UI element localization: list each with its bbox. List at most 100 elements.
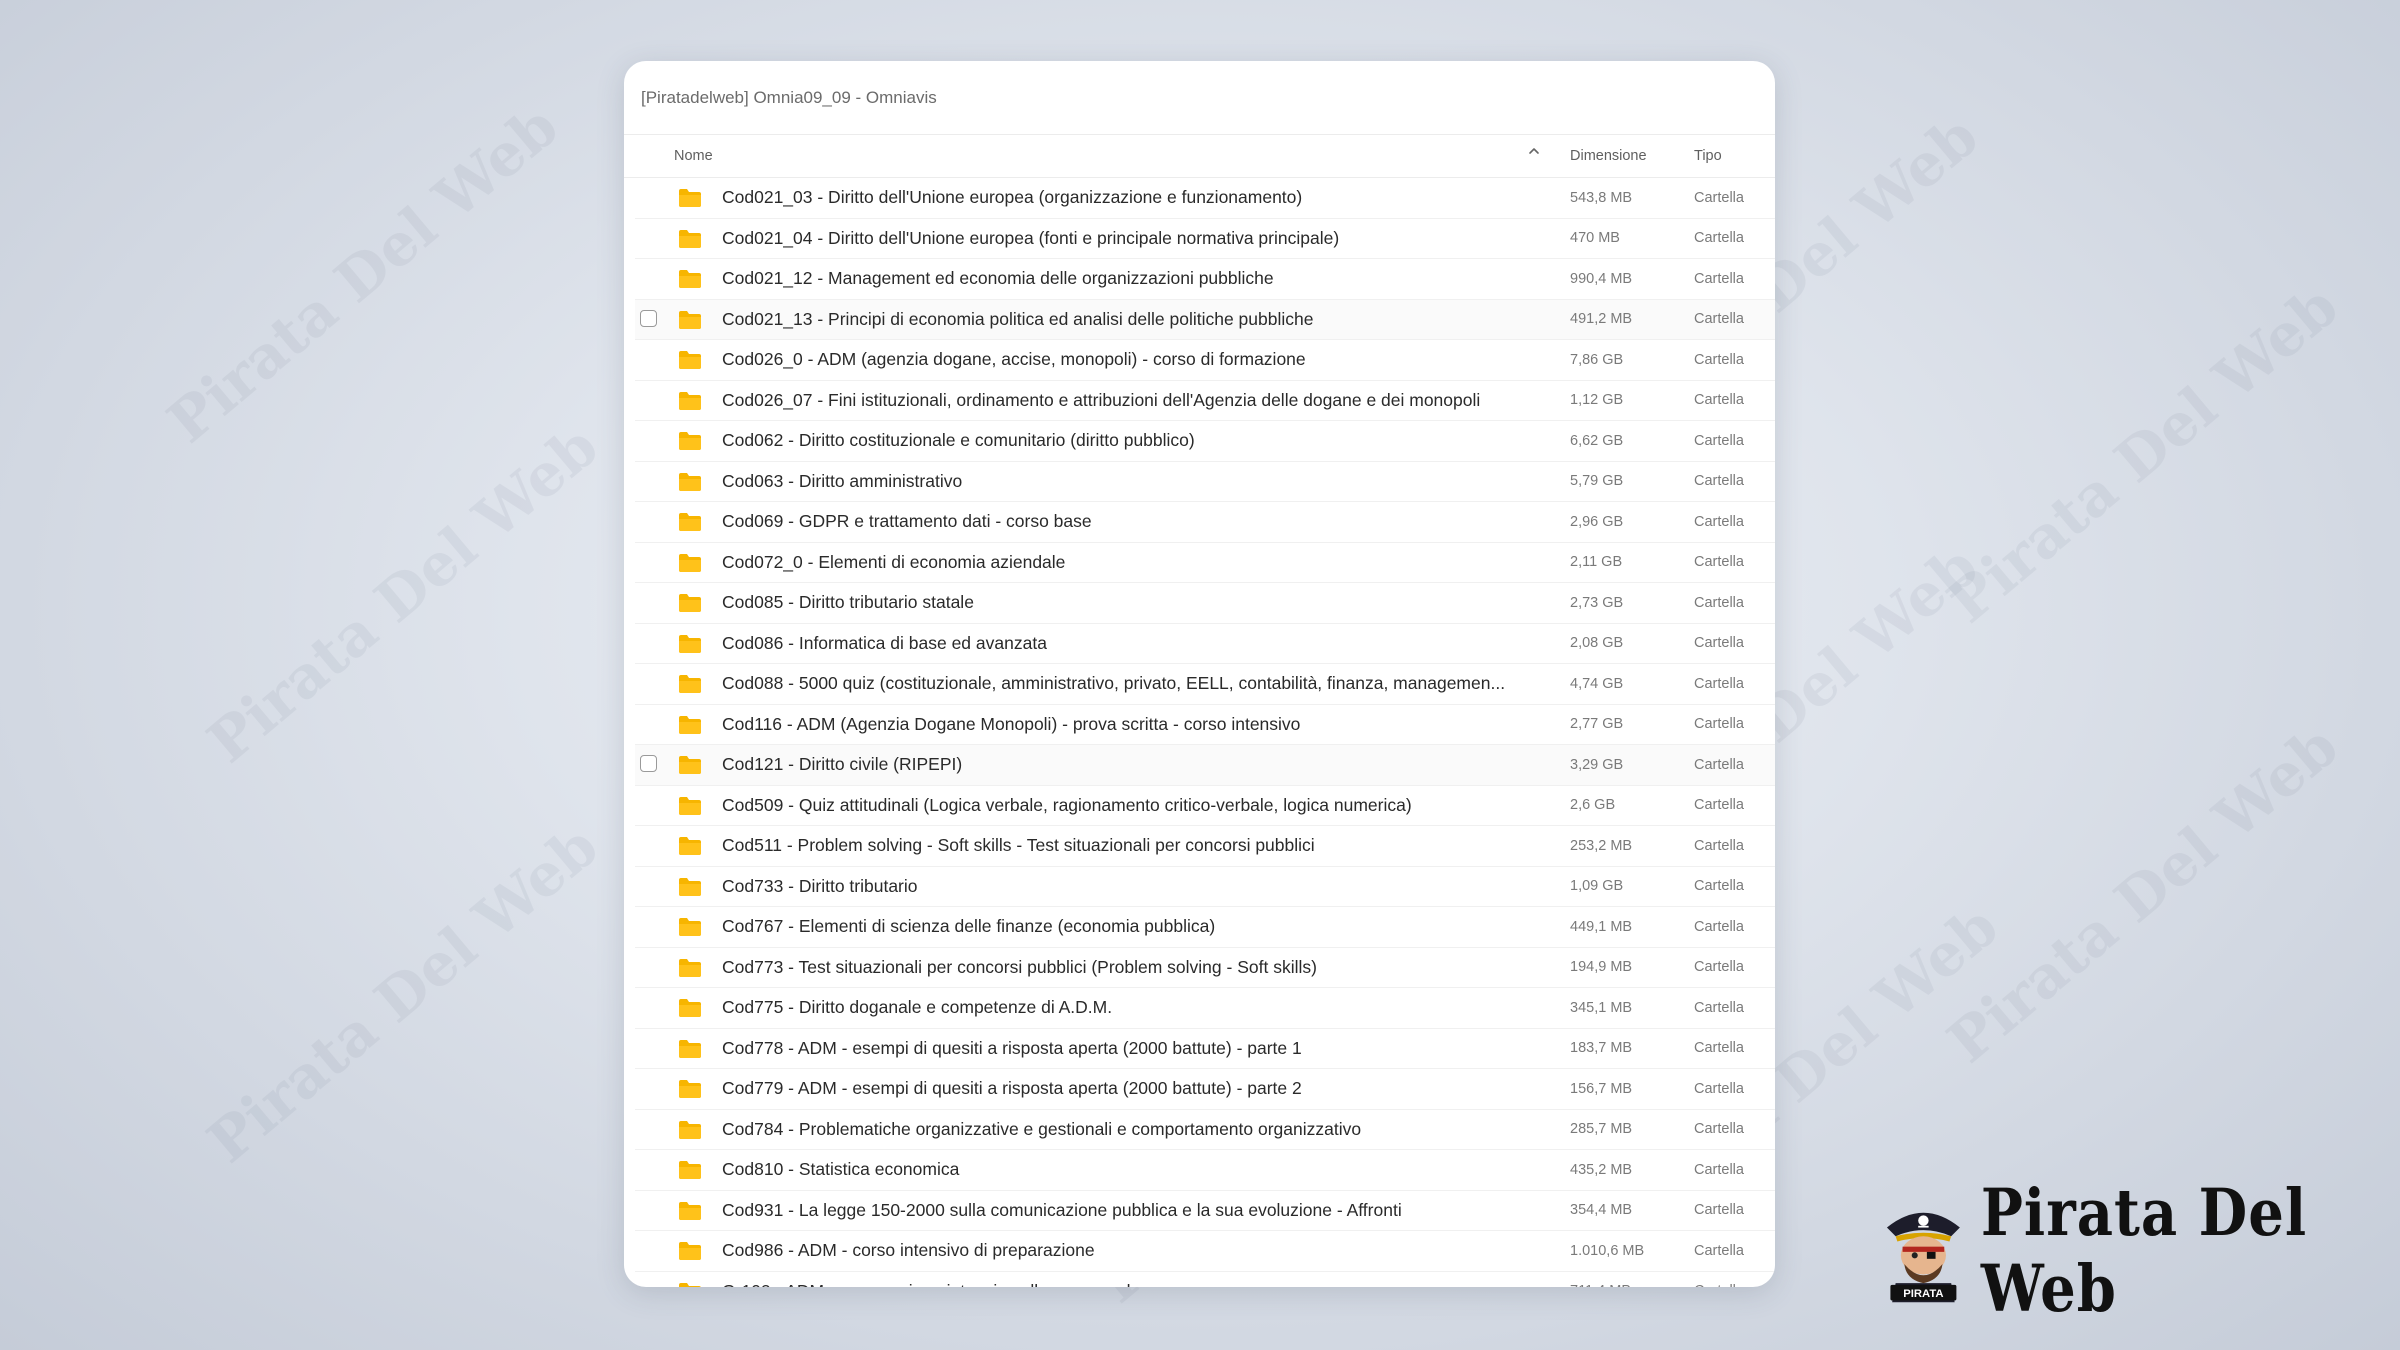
folder-icon: [679, 1282, 701, 1287]
folder-icon: [679, 877, 701, 896]
folder-icon: [679, 1201, 701, 1220]
file-row[interactable]: Cod509 - Quiz attitudinali (Logica verba…: [635, 786, 1775, 826]
folder-icon: [679, 715, 701, 734]
file-row[interactable]: Cod121 - Diritto civile (RIPEPI) 3,29 GB C…: [635, 745, 1775, 786]
file-name[interactable]: Cod026_07 - Fini istituzionali, ordiname…: [722, 390, 1552, 411]
file-type: Cartella: [1694, 756, 1744, 773]
file-type: Cartella: [1694, 1161, 1744, 1178]
file-name[interactable]: Cod063 - Diritto amministrativo: [722, 471, 1552, 492]
file-name[interactable]: Cod773 - Test situazionali per concorsi …: [722, 957, 1552, 978]
file-name[interactable]: Cod767 - Elementi di scienza delle finan…: [722, 916, 1552, 937]
file-type: Cartella: [1694, 189, 1744, 206]
file-row[interactable]: Cod778 - ADM - esempi di quesiti a rispo…: [635, 1029, 1775, 1069]
file-type: Cartella: [1694, 594, 1744, 611]
file-type: Cartella: [1694, 918, 1744, 935]
file-row[interactable]: Cod767 - Elementi di scienza delle finan…: [635, 907, 1775, 948]
file-row[interactable]: Cod773 - Test situazionali per concorsi …: [635, 948, 1775, 988]
file-row[interactable]: Cod784 - Problematiche organizzative e g…: [635, 1110, 1775, 1150]
file-name[interactable]: Gr102 - ADM - preparazione intensiva all…: [722, 1281, 1552, 1287]
file-size: 711,4 MB: [1570, 1283, 1631, 1287]
file-name[interactable]: Cod021_13 - Principi di economia politic…: [722, 309, 1552, 330]
file-name[interactable]: Cod778 - ADM - esempi di quesiti a rispo…: [722, 1038, 1552, 1059]
file-size: 2,08 GB: [1570, 635, 1624, 652]
file-name[interactable]: Cod021_12 - Management ed economia delle…: [722, 268, 1552, 289]
file-row[interactable]: Cod775 - Diritto doganale e competenze d…: [635, 988, 1775, 1029]
file-name[interactable]: Cod021_04 - Diritto dell'Unione europea …: [722, 228, 1552, 249]
file-row[interactable]: Cod021_13 - Principi di economia politic…: [635, 299, 1775, 340]
file-row[interactable]: Gr102 - ADM - preparazione intensiva all…: [635, 1272, 1775, 1287]
sort-ascending-icon[interactable]: [1526, 143, 1542, 159]
file-row[interactable]: Cod779 - ADM - esempi di quesiti a rispo…: [635, 1069, 1775, 1110]
file-row[interactable]: Cod116 - ADM (Agenzia Dogane Monopoli) -…: [635, 705, 1775, 745]
brand-name: Pirata Del Web: [1980, 1175, 2308, 1327]
file-row[interactable]: Cod085 - Diritto tributario statale 2,73 …: [635, 583, 1775, 624]
file-row[interactable]: Cod088 - 5000 quiz (costituzionale, ammi…: [635, 664, 1775, 705]
row-checkbox[interactable]: [640, 755, 657, 772]
column-header-type[interactable]: Tipo: [1694, 148, 1722, 164]
file-name[interactable]: Cod069 - GDPR e trattamento dati - corso…: [722, 511, 1552, 532]
file-name[interactable]: Cod088 - 5000 quiz (costituzionale, ammi…: [722, 673, 1552, 694]
file-name[interactable]: Cod784 - Problematiche organizzative e g…: [722, 1119, 1552, 1140]
file-name[interactable]: Cod086 - Informatica di base ed avanzata: [722, 633, 1552, 654]
watermark-text: Pirata Del Web: [194, 811, 611, 1177]
file-type: Cartella: [1694, 230, 1744, 247]
file-type: Cartella: [1694, 716, 1744, 733]
file-name[interactable]: Cod085 - Diritto tributario statale: [722, 592, 1552, 613]
file-list: Cod021_03 - Diritto dell'Unione europea …: [624, 178, 1775, 1287]
column-header-name[interactable]: Nome: [674, 148, 713, 164]
file-row[interactable]: Cod021_03 - Diritto dell'Unione europea …: [635, 178, 1775, 219]
file-name[interactable]: Cod931 - La legge 150-2000 sulla comunic…: [722, 1200, 1552, 1221]
brand-watermark: PIRATA Pirata Del Web: [1880, 1175, 2400, 1327]
row-checkbox[interactable]: [640, 309, 657, 327]
file-row[interactable]: Cod810 - Statistica economica 435,2 MB Car…: [635, 1150, 1775, 1191]
file-size: 1.010,6 MB: [1570, 1242, 1645, 1259]
column-header-row: Nome Dimensione Tipo: [624, 135, 1775, 178]
file-row[interactable]: Cod021_12 - Management ed economia delle…: [635, 259, 1775, 300]
file-row[interactable]: Cod072_0 - Elementi di economia aziendal…: [635, 543, 1775, 583]
file-name[interactable]: Cod733 - Diritto tributario: [722, 876, 1552, 897]
file-row[interactable]: Cod062 - Diritto costituzionale e comuni…: [635, 421, 1775, 462]
file-row[interactable]: Cod733 - Diritto tributario 1,09 GB Cartel…: [635, 867, 1775, 907]
folder-icon: [679, 1120, 701, 1139]
file-row[interactable]: Cod931 - La legge 150-2000 sulla comunic…: [635, 1191, 1775, 1231]
file-size: 2,96 GB: [1570, 513, 1624, 530]
window-title: [Piratadelweb] Omnia09_09 - Omniavis: [641, 87, 937, 107]
folder-icon: [679, 918, 701, 936]
folder-icon: [679, 837, 701, 855]
folder-icon: [679, 675, 701, 693]
folder-icon: [679, 391, 701, 410]
file-row[interactable]: Cod021_04 - Diritto dell'Unione europea …: [635, 219, 1775, 259]
folder-icon: [679, 756, 701, 774]
file-name[interactable]: Cod775 - Diritto doganale e competenze d…: [722, 997, 1552, 1018]
watermark-text: Pirata Del Web: [194, 411, 611, 777]
file-name[interactable]: Cod116 - ADM (Agenzia Dogane Monopoli) -…: [722, 714, 1552, 735]
file-size: 194,9 MB: [1570, 959, 1633, 976]
file-name[interactable]: Cod121 - Diritto civile (RIPEPI): [722, 754, 1552, 775]
file-type: Cartella: [1694, 554, 1744, 571]
file-row[interactable]: Cod086 - Informatica di base ed avanzata…: [635, 624, 1775, 664]
file-name[interactable]: Cod509 - Quiz attitudinali (Logica verba…: [722, 795, 1552, 816]
file-name[interactable]: Cod511 - Problem solving - Soft skills -…: [722, 835, 1552, 856]
file-type: Cartella: [1694, 270, 1744, 287]
file-row[interactable]: Cod069 - GDPR e trattamento dati - corso…: [635, 502, 1775, 543]
column-header-size[interactable]: Dimensione: [1570, 148, 1647, 164]
file-size: 345,1 MB: [1570, 999, 1633, 1016]
file-name[interactable]: Cod026_0 - ADM (agenzia dogane, accise, …: [722, 349, 1552, 370]
file-type: Cartella: [1694, 1242, 1744, 1259]
file-name[interactable]: Cod021_03 - Diritto dell'Unione europea …: [722, 187, 1552, 208]
file-row[interactable]: Cod511 - Problem solving - Soft skills -…: [635, 826, 1775, 867]
file-type: Cartella: [1694, 351, 1744, 368]
file-name[interactable]: Cod810 - Statistica economica: [722, 1159, 1552, 1180]
file-name[interactable]: Cod779 - ADM - esempi di quesiti a rispo…: [722, 1078, 1552, 1099]
file-row[interactable]: Cod026_07 - Fini istituzionali, ordiname…: [635, 381, 1775, 421]
file-name[interactable]: Cod062 - Diritto costituzionale e comuni…: [722, 430, 1552, 451]
file-name[interactable]: Cod072_0 - Elementi di economia aziendal…: [722, 552, 1552, 573]
file-row[interactable]: Cod986 - ADM - corso intensivo di prepar…: [635, 1231, 1775, 1272]
file-name[interactable]: Cod986 - ADM - corso intensivo di prepar…: [722, 1240, 1552, 1261]
folder-icon: [679, 999, 701, 1017]
folder-icon: [679, 958, 701, 977]
file-row[interactable]: Cod026_0 - ADM (agenzia dogane, accise, …: [635, 340, 1775, 381]
file-row[interactable]: Cod063 - Diritto amministrativo 5,79 GB Ca…: [635, 462, 1775, 502]
file-size: 156,7 MB: [1570, 1080, 1633, 1097]
file-size: 4,74 GB: [1570, 675, 1624, 692]
